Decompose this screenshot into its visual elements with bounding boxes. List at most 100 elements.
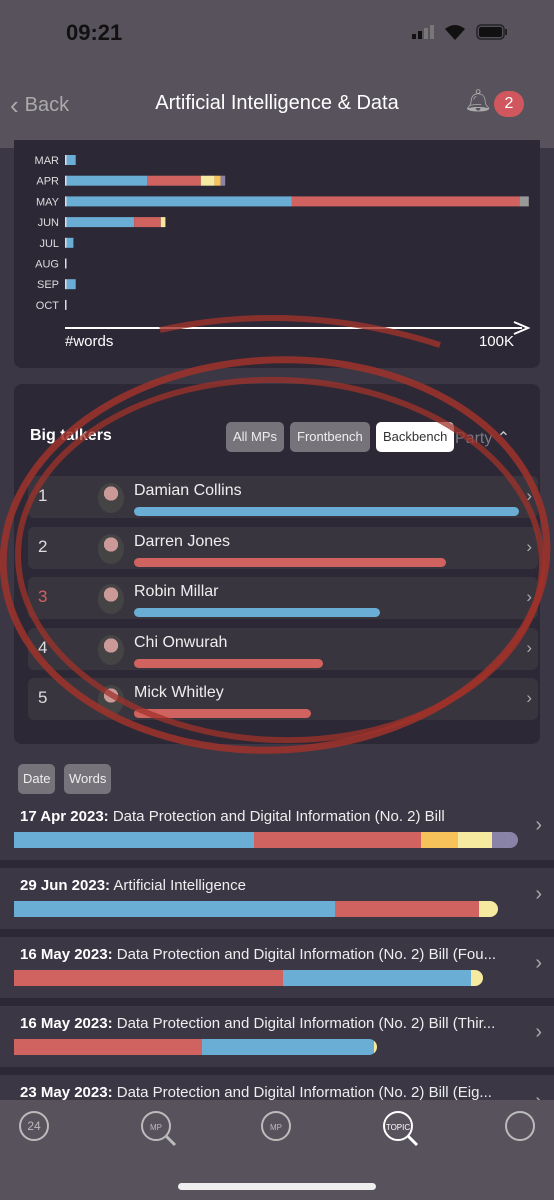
big-talker-row[interactable]: 5 Mick Whitley › (28, 678, 538, 720)
debate-name: Data Protection and Digital Information … (116, 1015, 496, 1032)
chevron-right-icon: › (526, 587, 532, 606)
mp-trophy-icon[interactable]: MP (258, 1108, 298, 1148)
bar-segment-apr[interactable] (200, 175, 215, 186)
party-segment (201, 1039, 374, 1055)
mp-name: Chi Onwurah (134, 633, 228, 651)
party-segment (14, 970, 284, 986)
big-talker-row[interactable]: 2 Darren Jones › (28, 526, 538, 569)
wifi-icon (445, 25, 465, 40)
filter-all-mps[interactable]: All MPs (226, 422, 285, 452)
party-segment (457, 832, 492, 848)
debate-date: 29 Jun 2023: (20, 877, 111, 894)
debate-name: Data Protection and Digital Information … (116, 946, 497, 963)
24-hours-icon[interactable]: 24 (16, 1108, 56, 1148)
rank: 3 (38, 587, 48, 606)
debate-date: 17 Apr 2023: (20, 808, 109, 825)
mp-trophy-icon-glyph: MP (261, 1111, 291, 1141)
month-label: OCT (36, 300, 60, 312)
bar-segment-apr[interactable] (214, 175, 221, 186)
divider (0, 860, 554, 868)
home-indicator[interactable] (178, 1183, 376, 1190)
signal-icon (412, 25, 434, 39)
tab-icon-label: TOPIC (386, 1123, 411, 1132)
bar-segment-sep[interactable] (66, 279, 76, 290)
party-segment (478, 901, 498, 917)
debate-item[interactable]: 29 Jun 2023: Artificial Intelligence › (0, 877, 554, 937)
party-segment (491, 832, 518, 848)
debate-title: 16 May 2023: Data Protection and Digital… (20, 1015, 495, 1032)
big-talker-row[interactable]: 4 Chi Onwurah › (28, 627, 538, 670)
word-share-bar (134, 507, 519, 516)
debate-item[interactable]: 17 Apr 2023: Data Protection and Digital… (0, 808, 554, 868)
bar-segment-may[interactable] (291, 196, 520, 207)
debate-item[interactable]: 16 May 2023: Data Protection and Digital… (0, 946, 554, 1006)
bar-segment-jun[interactable] (66, 217, 135, 228)
party-segment (373, 1039, 377, 1055)
word-share-bar (134, 709, 312, 718)
chevron-right-icon: › (535, 952, 542, 974)
bar-segment-apr[interactable] (220, 175, 226, 186)
avatar (98, 634, 124, 665)
month-label: MAY (36, 196, 60, 208)
mp-search-icon-glyph: MP (141, 1111, 177, 1147)
rank: 2 (38, 536, 48, 556)
avatar (98, 584, 124, 614)
notification-badge[interactable]: 2 (494, 91, 524, 117)
rank: 4 (38, 637, 48, 657)
big-talker-row[interactable]: 1 Damian Collins › (28, 476, 538, 518)
words-by-month-chart: MAR APR MAY JUN JUL AUG SEP OCT #words 100K (14, 140, 540, 368)
filter-backbench[interactable]: Backbench (376, 422, 455, 452)
tab-icon-label: MP (150, 1123, 162, 1132)
sort-words-button[interactable]: Words (64, 764, 112, 794)
24-hours-icon-glyph: 24 (19, 1111, 49, 1141)
big-talkers-title: Big talkers (30, 427, 112, 444)
mp-name: Robin Millar (134, 583, 219, 600)
bar-baseline (65, 279, 67, 290)
mp-search-icon[interactable]: MP (138, 1108, 178, 1148)
x-axis-max-label: 100K (479, 333, 514, 350)
big-talker-row[interactable]: 3 Robin Millar › (28, 577, 538, 619)
debate-party-bar (14, 970, 483, 986)
rank: 1 (38, 486, 48, 505)
chevron-right-icon: › (535, 883, 542, 905)
month-label: JUL (39, 238, 59, 250)
bar-segment-apr[interactable] (147, 175, 201, 186)
mp-name: Darren Jones (134, 532, 231, 550)
month-label: AUG (35, 259, 59, 271)
avatar (98, 533, 124, 564)
bar-segment-jul[interactable] (66, 237, 74, 248)
debate-title: 29 Jun 2023: Artificial Intelligence (20, 877, 246, 894)
divider (0, 929, 554, 937)
debate-title: 17 Apr 2023: Data Protection and Digital… (20, 808, 445, 825)
bar-segment-mar[interactable] (66, 155, 76, 165)
filter-frontbench[interactable]: Frontbench (290, 422, 370, 452)
tab-icon-label: 24 (27, 1119, 41, 1133)
party-segment (14, 901, 335, 917)
x-axis-label: #words (65, 333, 113, 350)
topic-search-icon[interactable]: TOPIC (380, 1108, 420, 1148)
bar-segment-may[interactable] (66, 196, 292, 207)
debate-item[interactable]: 16 May 2023: Data Protection and Digital… (0, 1015, 554, 1075)
bar-segment-may[interactable] (519, 196, 529, 207)
bell-icon[interactable]: 🔔︎ (464, 88, 492, 114)
chevron-right-icon: › (535, 814, 542, 836)
avatar (98, 685, 124, 715)
month-label: APR (36, 176, 59, 188)
sort-date-button[interactable]: Date (18, 764, 56, 794)
chevron-right-icon: › (526, 688, 532, 707)
bar-baseline (65, 155, 67, 165)
bar-segment-jun[interactable] (134, 217, 161, 228)
avatar (98, 483, 124, 513)
x-axis (65, 321, 531, 335)
bar-segment-jun[interactable] (160, 217, 166, 228)
sort-party-select[interactable]: Party ⌃ (455, 428, 510, 448)
bar-baseline (65, 175, 67, 186)
settings-gear-icon[interactable] (502, 1108, 542, 1148)
bar-segment-apr[interactable] (66, 175, 148, 186)
bar-baseline (65, 237, 67, 248)
header: 09:21 ‹ Back Artificial Intelligence & Da… (0, 0, 554, 148)
chevron-right-icon: › (535, 1021, 542, 1043)
divider (0, 998, 554, 1006)
status-time: 09:21 (66, 20, 123, 45)
bar-baseline (65, 258, 67, 269)
